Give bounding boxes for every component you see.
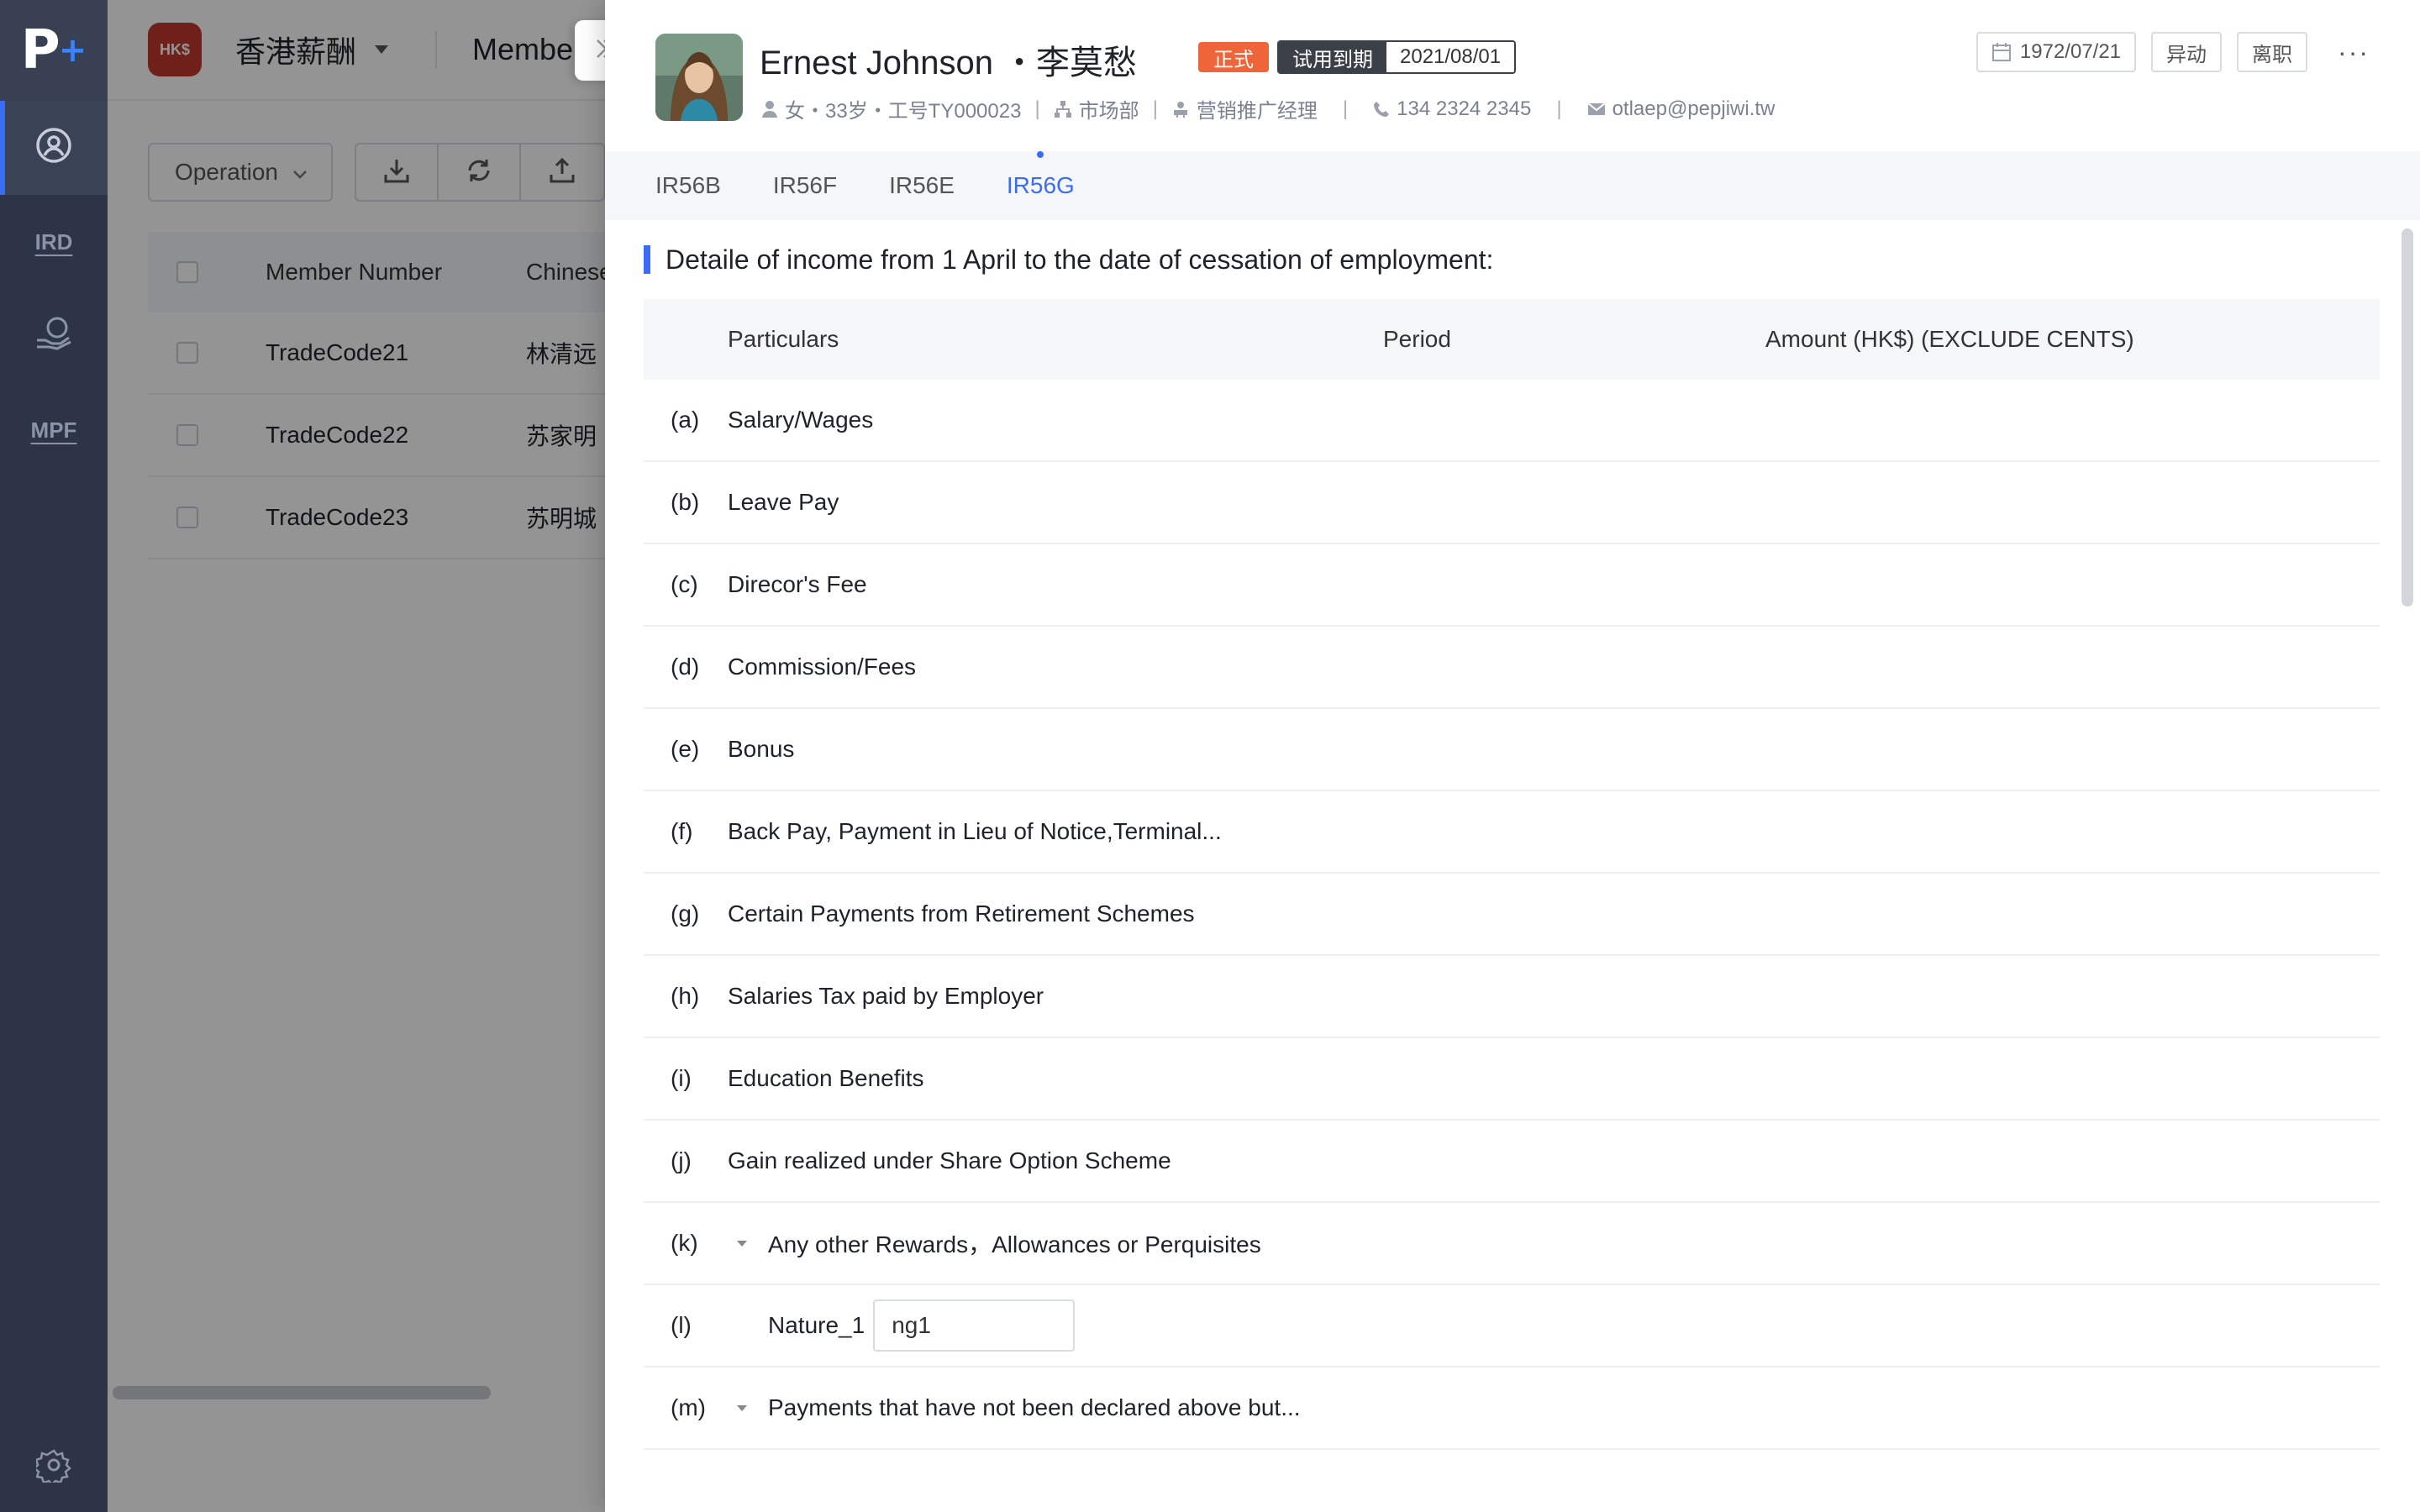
employee-meta: 女・33岁・工号TY000023 | 市场部 | 营销推广经理 | 134 23… — [761, 94, 1775, 123]
settings-button[interactable] — [0, 1447, 108, 1487]
change-button[interactable]: 异动 — [2151, 32, 2223, 72]
nav-item-ird[interactable]: IRD — [0, 195, 108, 289]
caret-down-icon[interactable] — [728, 1238, 768, 1248]
chevron-down-icon[interactable] — [375, 45, 389, 54]
income-row: (i) Education Benefits — [644, 1038, 2380, 1121]
calendar-icon — [1991, 42, 2012, 62]
more-options-icon[interactable]: ··· — [2338, 37, 2370, 68]
app-logo[interactable]: P + — [0, 0, 108, 101]
email-icon — [1586, 102, 1606, 117]
income-row: (b) Leave Pay — [644, 462, 2380, 544]
chevron-down-icon — [292, 159, 308, 186]
birth-date-button[interactable]: 1972/07/21 — [1975, 32, 2137, 72]
income-row: (g) Certain Payments from Retirement Sche… — [644, 874, 2380, 956]
vertical-scrollbar[interactable] — [2402, 228, 2413, 606]
download-button[interactable] — [356, 144, 439, 200]
hand-coin-icon — [34, 315, 74, 358]
row-checkbox[interactable] — [176, 424, 198, 446]
brand-badge: HK$ — [148, 23, 202, 76]
employee-name: Ernest Johnson ・李莫愁 — [760, 45, 1138, 81]
income-row: (a) Salary/Wages — [644, 380, 2380, 462]
employee-drawer: Ernest Johnson ・李莫愁 正式 试用到期 2021/08/01 女… — [605, 0, 2420, 1512]
operation-dropdown[interactable]: Operation — [148, 143, 333, 202]
horizontal-scrollbar[interactable] — [113, 1386, 491, 1399]
nav-item-profile[interactable] — [0, 101, 108, 195]
tab-ir56b[interactable]: IR56B — [655, 151, 721, 220]
upload-button[interactable] — [521, 144, 603, 200]
income-row: (e) Bonus — [644, 709, 2380, 791]
person-icon — [761, 100, 778, 118]
toolbar: Operation — [148, 143, 605, 202]
tab-ir56f[interactable]: IR56F — [773, 151, 837, 220]
select-all-checkbox[interactable] — [176, 261, 198, 283]
nature-row: (l) Nature_1 — [644, 1285, 2380, 1368]
income-row: (d) Commission/Fees — [644, 627, 2380, 709]
download-icon — [382, 156, 411, 189]
nature-input[interactable] — [873, 1299, 1076, 1352]
upload-icon — [548, 156, 576, 189]
refresh-icon — [465, 156, 493, 189]
side-nav: P + IRD MPF — [0, 0, 108, 1512]
income-row-expandable[interactable]: (k) Any other Rewards，Allowances or Perq… — [644, 1203, 2380, 1285]
income-row-expandable[interactable]: (m) Payments that have not been declared… — [644, 1368, 2380, 1450]
income-section: Detaile of income from 1 April to the da… — [644, 220, 2380, 1450]
phone-icon — [1373, 101, 1390, 118]
brand-name[interactable]: 香港薪酬 — [235, 28, 356, 71]
income-row: (f) Back Pay, Payment in Lieu of Notice,T… — [644, 791, 2380, 874]
nav-item-payroll[interactable] — [0, 289, 108, 383]
income-row: (j) Gain realized under Share Option Sche… — [644, 1121, 2380, 1203]
avatar — [655, 34, 743, 121]
refresh-button[interactable] — [439, 144, 521, 200]
row-checkbox[interactable] — [176, 342, 198, 364]
position-icon — [1171, 100, 1190, 118]
caret-down-icon[interactable] — [728, 1403, 768, 1413]
user-circle-icon — [35, 127, 72, 170]
nav-item-mpf[interactable]: MPF — [0, 383, 108, 477]
status-badge: 正式 — [1198, 42, 1269, 72]
income-table-header: Particulars Period Amount (HK$) (EXCLUDE… — [644, 299, 2380, 380]
income-row: (h) Salaries Tax paid by Employer — [644, 956, 2380, 1038]
resign-button[interactable]: 离职 — [2237, 32, 2308, 72]
form-tabs: IR56B IR56F IR56E IR56G — [605, 151, 2420, 220]
gear-icon — [33, 1447, 71, 1487]
income-row: (c) Direcor's Fee — [644, 544, 2380, 627]
header-actions: 1972/07/21 异动 离职 ··· — [1961, 32, 2370, 72]
page-title: Member — [472, 32, 584, 66]
section-title: Detaile of income from 1 April to the da… — [644, 220, 2380, 299]
tab-ir56e[interactable]: IR56E — [889, 151, 955, 220]
tab-ir56g[interactable]: IR56G — [1007, 151, 1075, 220]
row-checkbox[interactable] — [176, 507, 198, 528]
probation-tag: 试用到期 2021/08/01 — [1277, 40, 1517, 74]
org-chart-icon — [1054, 100, 1072, 118]
divider — [435, 31, 438, 68]
employee-header: Ernest Johnson ・李莫愁 正式 试用到期 2021/08/01 女… — [605, 0, 2420, 151]
